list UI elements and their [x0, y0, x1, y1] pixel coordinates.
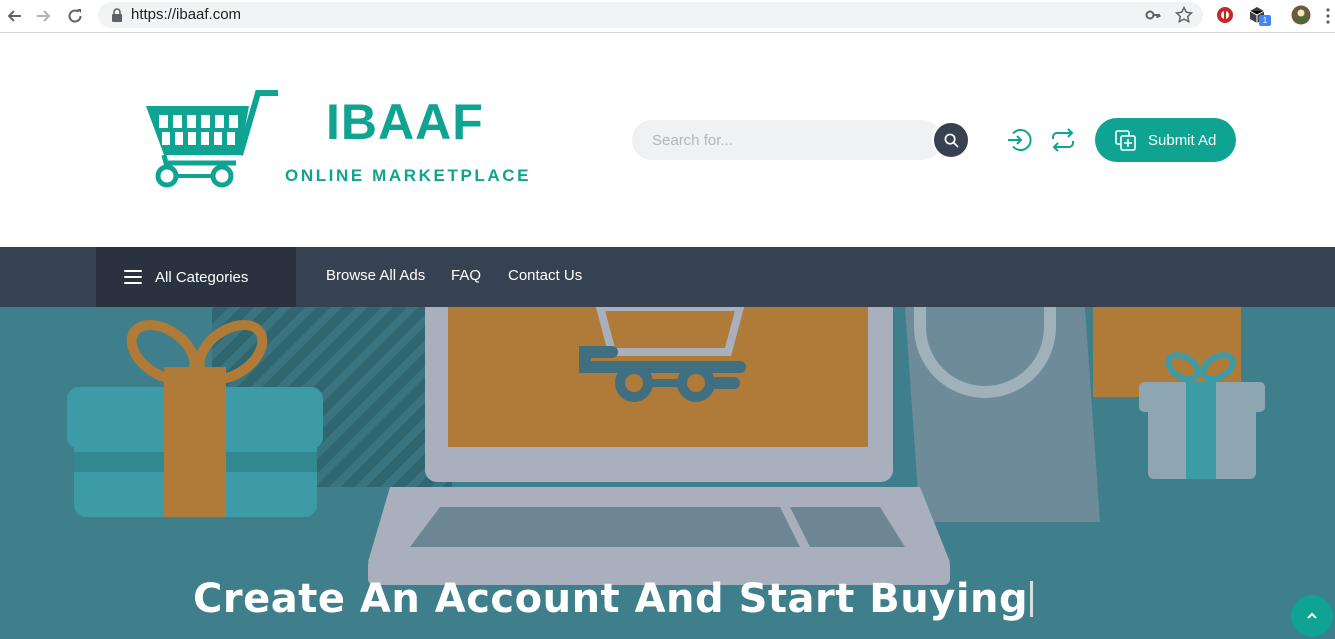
main-navbar: All Categories Browse All Ads FAQ Contac…: [0, 247, 1335, 307]
login-icon: [1008, 129, 1032, 151]
url-text: https://ibaaf.com: [131, 6, 242, 23]
typing-caret: [1030, 581, 1034, 617]
forward-button[interactable]: [32, 4, 56, 28]
sync-icon: [1052, 128, 1074, 152]
back-button[interactable]: [2, 4, 26, 28]
submit-ad-label: Submit Ad: [1148, 131, 1217, 149]
chevron-up-icon: [1307, 612, 1317, 619]
browser-toolbar: https://ibaaf.com 1: [0, 0, 1335, 33]
hero-title-text: Create An Account And Start Buying: [193, 576, 1029, 622]
add-post-icon: [1115, 129, 1136, 151]
login-button[interactable]: [1006, 127, 1032, 153]
all-categories-button[interactable]: All Categories: [96, 247, 296, 307]
shopping-cart-logo-icon[interactable]: [146, 89, 280, 189]
back-arrow-icon: [7, 10, 21, 22]
nav-faq[interactable]: FAQ: [451, 267, 481, 284]
search-bar: [632, 120, 970, 160]
hero-title: Create An Account And Start Buying: [193, 576, 1034, 622]
browser-menu-icon[interactable]: [1325, 7, 1331, 25]
logo-title[interactable]: IBAAF: [326, 93, 484, 151]
scroll-to-top-button[interactable]: [1291, 595, 1333, 637]
search-input[interactable]: [632, 120, 942, 160]
lock-icon: [112, 8, 122, 22]
reload-icon: [68, 9, 82, 23]
nav-contact-us[interactable]: Contact Us: [508, 267, 582, 284]
search-button[interactable]: [932, 121, 970, 159]
logo-subtitle: ONLINE MARKETPLACE: [285, 166, 532, 185]
nav-browse-all-ads[interactable]: Browse All Ads: [326, 267, 425, 284]
compare-button[interactable]: [1050, 127, 1076, 153]
address-bar[interactable]: https://ibaaf.com: [98, 2, 1203, 28]
profile-avatar[interactable]: [1291, 5, 1311, 25]
reload-button[interactable]: [63, 4, 87, 28]
ublock-extension-icon[interactable]: [1215, 5, 1235, 25]
search-icon: [944, 133, 959, 148]
star-icon[interactable]: [1175, 6, 1193, 24]
extension-badge: 1: [1259, 15, 1271, 26]
submit-ad-button[interactable]: Submit Ad: [1095, 118, 1236, 162]
hamburger-icon: [124, 270, 142, 284]
hero-banner: Create An Account And Start Buying: [0, 307, 1335, 639]
key-icon[interactable]: [1145, 7, 1161, 23]
all-categories-label: All Categories: [155, 268, 249, 286]
site-header: IBAAF ONLINE MARKETPLACE Submit Ad: [0, 33, 1335, 247]
forward-arrow-icon: [37, 10, 51, 22]
